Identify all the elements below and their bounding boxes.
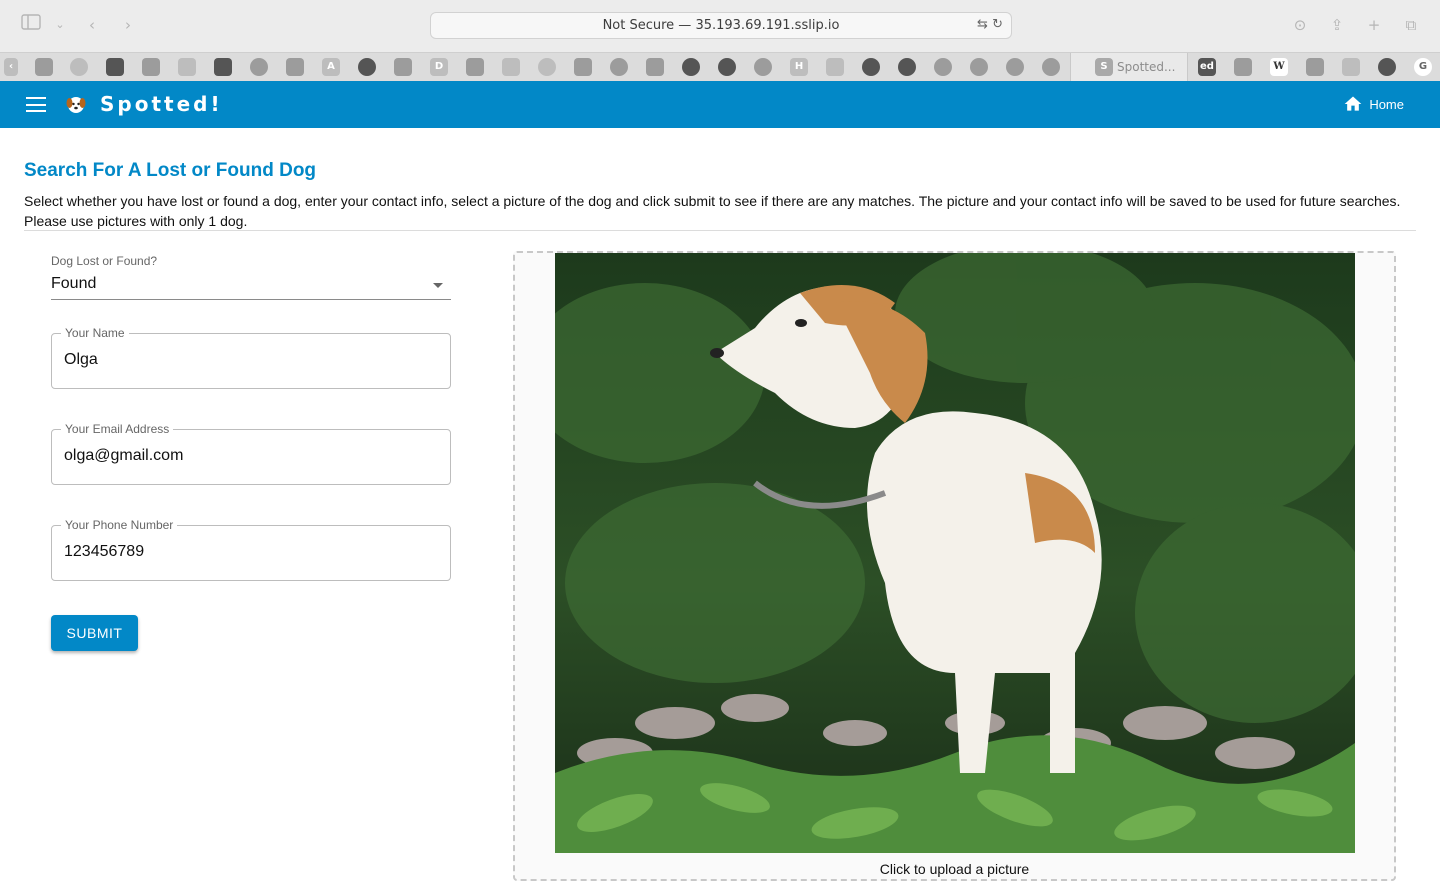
- forward-icon[interactable]: ›: [120, 14, 136, 36]
- lost-found-value: Found: [51, 275, 97, 292]
- pinned-tab-icon[interactable]: [466, 58, 484, 76]
- pinned-tab-icon[interactable]: [178, 58, 196, 76]
- pinned-tab-icon[interactable]: [250, 58, 268, 76]
- pinned-tab-icon[interactable]: ‹: [4, 58, 18, 76]
- home-label: Home: [1369, 96, 1404, 112]
- pinned-tab-icon[interactable]: H: [790, 58, 808, 76]
- phone-input[interactable]: [64, 543, 434, 561]
- pinned-tab-icon[interactable]: [358, 58, 376, 76]
- spotted-tab-favicon: S: [1095, 58, 1113, 76]
- dog-logo-icon: [66, 97, 86, 113]
- pinned-tab-icon[interactable]: [214, 58, 232, 76]
- back-icon[interactable]: ‹: [84, 14, 100, 36]
- email-field: Your Email Address: [51, 422, 451, 485]
- dog-photo: [555, 253, 1355, 853]
- pinned-tab-icon[interactable]: [934, 58, 952, 76]
- menu-icon[interactable]: [26, 97, 46, 112]
- dropdown-arrow-icon: [433, 283, 443, 288]
- pinned-tab-icon[interactable]: [1342, 58, 1360, 76]
- translate-icon[interactable]: ⇆: [977, 17, 988, 32]
- chevron-down-icon[interactable]: ⌄: [54, 14, 66, 36]
- address-bar[interactable]: Not Secure — 35.193.69.191.sslip.io ⇆ ↻: [430, 12, 1012, 39]
- email-label: Your Email Address: [61, 422, 174, 436]
- pinned-tab-icon[interactable]: A: [322, 58, 340, 76]
- browser-toolbar: ⌄ ‹ › Not Secure — 35.193.69.191.sslip.i…: [0, 0, 1440, 52]
- pinned-tab-icon[interactable]: [610, 58, 628, 76]
- pinned-tab-icon[interactable]: [574, 58, 592, 76]
- email-input[interactable]: [64, 447, 434, 465]
- page-title: Search For A Lost or Found Dog: [24, 160, 317, 181]
- home-button[interactable]: Home: [1343, 93, 1404, 115]
- share-icon[interactable]: ⇪: [1327, 14, 1347, 36]
- pinned-tab-icon[interactable]: D: [430, 58, 448, 76]
- google-icon[interactable]: G: [1414, 58, 1432, 76]
- pinned-tab-icon[interactable]: [754, 58, 772, 76]
- pinned-tab-icon[interactable]: [718, 58, 736, 76]
- lost-found-select[interactable]: Found: [51, 272, 451, 300]
- tab-spotted[interactable]: S Spotted...: [1070, 53, 1188, 81]
- pinned-tab-icon[interactable]: [1306, 58, 1324, 76]
- name-label: Your Name: [61, 326, 129, 340]
- upload-caption: Click to upload a picture: [879, 861, 1030, 877]
- new-tab-icon[interactable]: +: [1364, 14, 1384, 36]
- pinned-tab-icon[interactable]: [826, 58, 844, 76]
- sidebar-toggle-icon[interactable]: [20, 14, 42, 36]
- pinned-tab-icon[interactable]: [1234, 58, 1252, 76]
- pinned-tab-icon[interactable]: [646, 58, 664, 76]
- name-input[interactable]: [64, 351, 434, 369]
- pinned-tab-icon[interactable]: [970, 58, 988, 76]
- page-description: Select whether you have lost or found a …: [24, 193, 1401, 229]
- pinned-tab-icon[interactable]: [1006, 58, 1024, 76]
- tab-strip: ‹ A D H S Spotted... ed W G: [0, 52, 1440, 81]
- phone-field: Your Phone Number: [51, 518, 451, 581]
- reload-icon[interactable]: ↻: [992, 17, 1003, 32]
- tab-overview-icon[interactable]: ⧉: [1401, 14, 1421, 36]
- picture-dropzone[interactable]: Click to upload a picture: [513, 251, 1396, 881]
- phone-label: Your Phone Number: [61, 518, 178, 532]
- pinned-tab-icon[interactable]: [106, 58, 124, 76]
- pinned-tab-icon[interactable]: ed: [1198, 58, 1216, 76]
- pinned-tab-icon[interactable]: [1042, 58, 1060, 76]
- pinned-tab-icon[interactable]: [142, 58, 160, 76]
- address-text: Not Secure — 35.193.69.191.sslip.io: [602, 18, 840, 33]
- pinned-tab-icon[interactable]: [1378, 58, 1396, 76]
- name-field: Your Name: [51, 326, 451, 389]
- lost-found-label: Dog Lost or Found?: [51, 254, 158, 268]
- app-brand[interactable]: Spotted!: [100, 92, 223, 116]
- home-icon: [1344, 96, 1362, 111]
- github-icon[interactable]: [898, 58, 916, 76]
- pinned-tab-icon[interactable]: [35, 58, 53, 76]
- download-icon[interactable]: ⊙: [1290, 14, 1310, 36]
- pinned-tab-icon[interactable]: [502, 58, 520, 76]
- active-tab-label: Spotted...: [1117, 60, 1176, 74]
- submit-button[interactable]: SUBMIT: [51, 615, 138, 651]
- github-icon[interactable]: [862, 58, 880, 76]
- wikipedia-icon[interactable]: W: [1270, 58, 1288, 76]
- divider: [24, 230, 1416, 231]
- pinned-tab-icon[interactable]: [286, 58, 304, 76]
- pinned-tab-icon[interactable]: [682, 58, 700, 76]
- pinned-tab-icon[interactable]: [70, 58, 88, 76]
- pinned-tab-icon[interactable]: [394, 58, 412, 76]
- app-bar: Spotted! Home: [0, 81, 1440, 128]
- pinned-tab-icon[interactable]: [538, 58, 556, 76]
